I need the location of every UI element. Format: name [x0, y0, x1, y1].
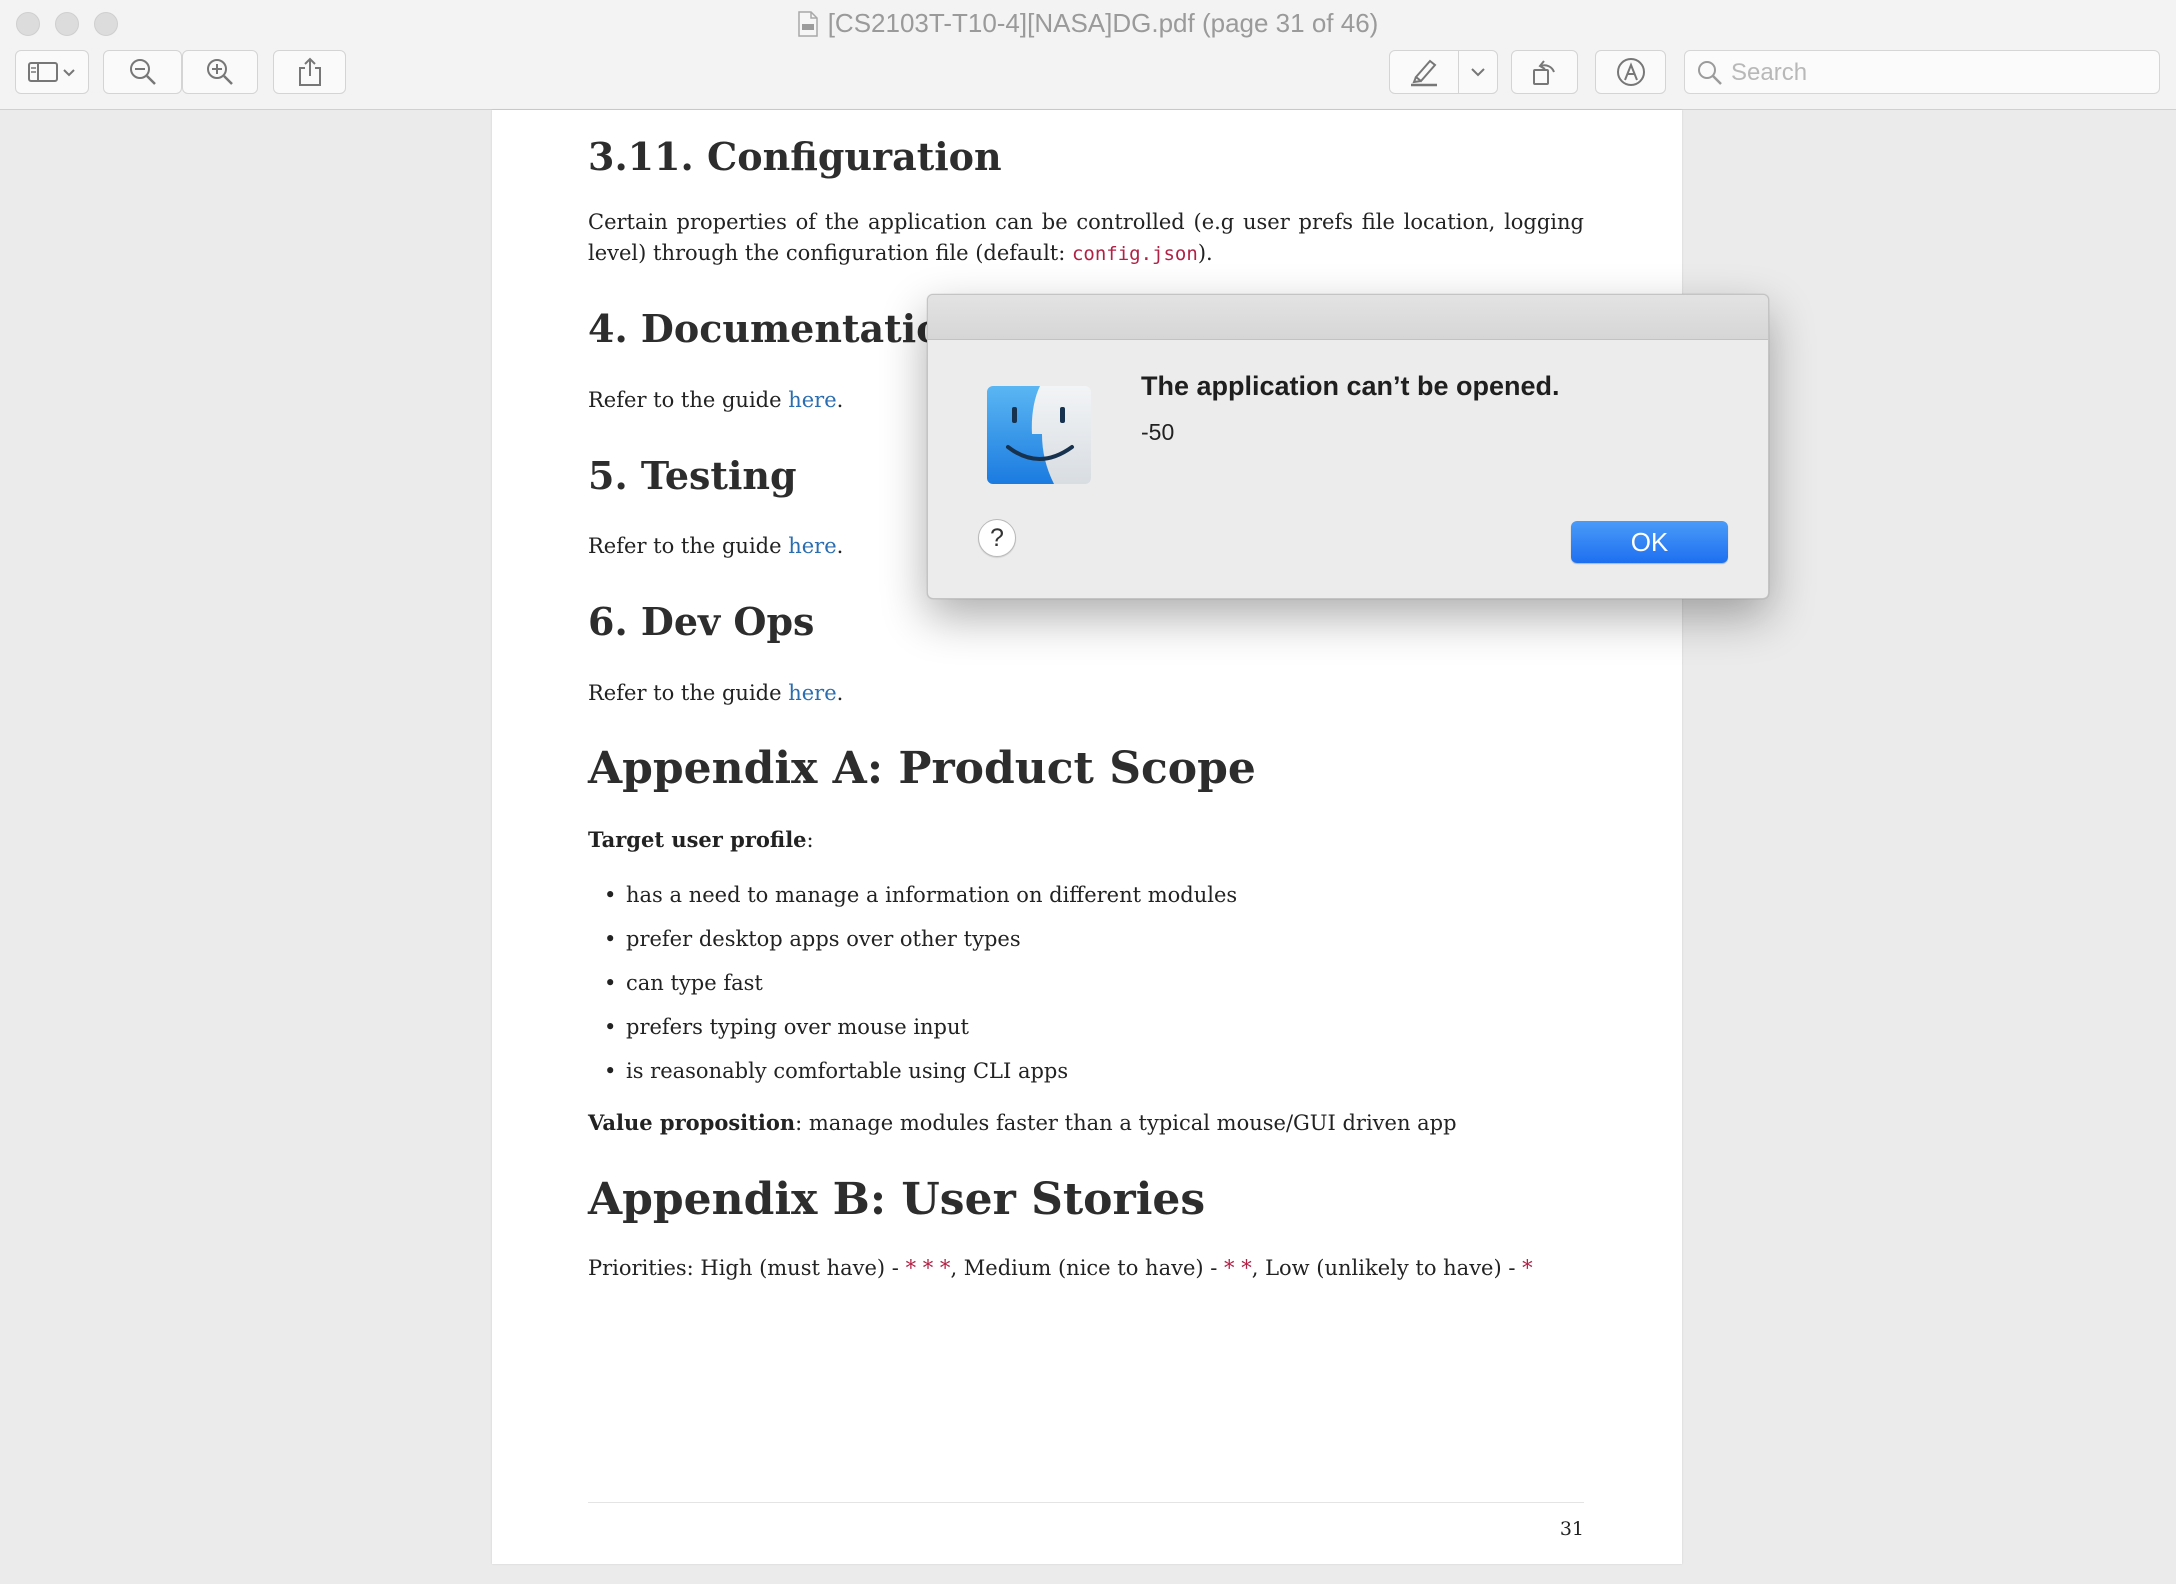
value-proposition-paragraph: Value proposition: manage modules faster…: [588, 1107, 1457, 1139]
dialog-header-bar: [928, 295, 1768, 340]
testing-text: Refer to the guide: [588, 534, 789, 558]
zoom-in-button[interactable]: [182, 50, 258, 94]
rotate-icon: [1530, 57, 1560, 87]
dev-ops-guide-link[interactable]: here: [788, 681, 836, 705]
rotate-button[interactable]: [1511, 50, 1578, 94]
zoom-out-icon: [128, 57, 158, 87]
search-input[interactable]: [1729, 51, 2153, 95]
markup-icon: [1615, 56, 1647, 88]
heading-dev-ops: 6. Dev Ops: [588, 599, 815, 644]
dev-ops-period: .: [836, 681, 844, 705]
documentation-text: Refer to the guide: [588, 388, 789, 412]
priority-low-star: *: [1522, 1256, 1533, 1280]
dev-ops-text: Refer to the guide: [588, 681, 789, 705]
priority-high-stars: * * *: [905, 1256, 951, 1280]
finder-icon: [986, 385, 1092, 490]
testing-paragraph: Refer to the guide here.: [588, 531, 843, 562]
share-button[interactable]: [273, 50, 346, 94]
value-proposition-label: Value proposition: [588, 1110, 796, 1135]
target-user-profile-label: Target user profile:: [588, 824, 814, 856]
zoom-out-button[interactable]: [103, 50, 182, 94]
error-alert-dialog: The application can’t be opened. -50 ? O…: [927, 294, 1769, 599]
chevron-down-icon: [1470, 66, 1486, 78]
priorities-text-medium: , Medium (nice to have) -: [950, 1256, 1225, 1280]
heading-configuration: 3.11. Configuration: [588, 134, 1002, 179]
markup-button[interactable]: [1595, 50, 1666, 94]
config-filename: config.json: [1071, 243, 1198, 265]
priorities-paragraph: Priorities: High (must have) - * * *, Me…: [588, 1253, 1533, 1284]
zoom-in-icon: [205, 57, 235, 87]
documentation-guide-link[interactable]: here: [788, 388, 836, 412]
heading-appendix-a: Appendix A: Product Scope: [588, 743, 1256, 794]
list-item: is reasonably comfortable using CLI apps: [604, 1056, 1237, 1100]
list-item: prefers typing over mouse input: [604, 1012, 1237, 1056]
heading-testing: 5. Testing: [588, 453, 797, 498]
dialog-message: -50: [1141, 419, 1175, 445]
target-user-profile-colon: :: [806, 828, 814, 852]
configuration-paragraph: Certain properties of the application ca…: [588, 207, 1584, 270]
dev-ops-paragraph: Refer to the guide here.: [588, 678, 843, 709]
ok-button[interactable]: OK: [1571, 521, 1728, 563]
pdf-document-icon: [797, 11, 818, 37]
share-icon: [297, 57, 323, 87]
testing-period: .: [836, 534, 844, 558]
dialog-title: The application can’t be opened.: [1141, 371, 1560, 401]
priority-medium-stars: * *: [1224, 1256, 1252, 1280]
priorities-text-low: , Low (unlikely to have) -: [1251, 1256, 1523, 1280]
heading-appendix-b: Appendix B: User Stories: [588, 1174, 1206, 1225]
target-user-list: has a need to manage a information on di…: [604, 880, 1237, 1100]
value-proposition-text: : manage modules faster than a typical m…: [795, 1111, 1457, 1135]
documentation-period: .: [836, 388, 844, 412]
search-icon: [1697, 60, 1723, 91]
window-title: [CS2103T-T10-4][NASA]DG.pdf (page 31 of …: [827, 8, 1379, 38]
priorities-text-high: Priorities: High (must have) -: [588, 1256, 906, 1280]
testing-guide-link[interactable]: here: [788, 534, 836, 558]
highlight-options-button[interactable]: [1458, 50, 1498, 94]
list-item: prefer desktop apps over other types: [604, 924, 1237, 968]
list-item: has a need to manage a information on di…: [604, 880, 1237, 924]
heading-documentation: 4. Documentation: [588, 306, 970, 351]
highlight-button[interactable]: [1389, 50, 1459, 94]
target-user-profile-bold: Target user profile: [588, 827, 807, 852]
highlighter-icon: [1408, 57, 1440, 87]
help-button[interactable]: ?: [978, 519, 1016, 557]
sidebar-icon: [27, 60, 77, 84]
documentation-paragraph: Refer to the guide here.: [588, 385, 843, 416]
configuration-text-end: ).: [1197, 241, 1213, 265]
sidebar-toggle-button[interactable]: [15, 50, 89, 94]
page-number: 31: [1559, 1518, 1584, 1540]
window-title-wrap: [CS2103T-T10-4][NASA]DG.pdf (page 31 of …: [0, 8, 2176, 39]
window-titlebar: [CS2103T-T10-4][NASA]DG.pdf (page 31 of …: [0, 0, 2176, 110]
footer-divider: [588, 1502, 1584, 1503]
search-field[interactable]: [1684, 50, 2160, 95]
list-item: can type fast: [604, 968, 1237, 1012]
